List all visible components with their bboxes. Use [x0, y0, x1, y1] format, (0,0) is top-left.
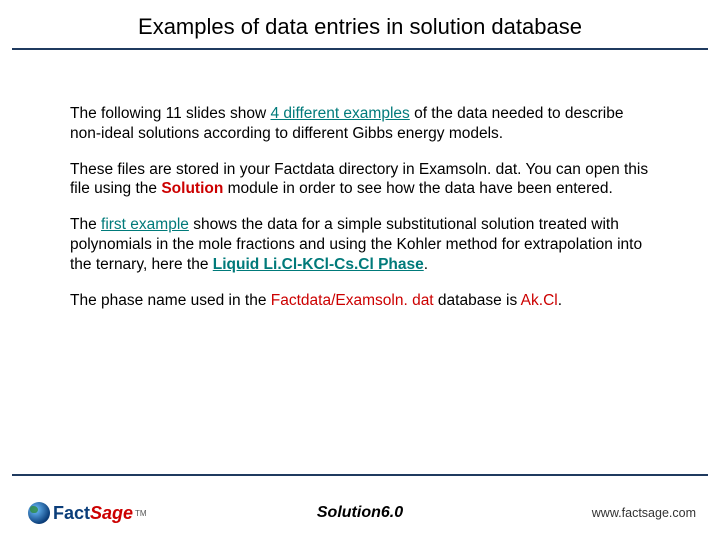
p4-highlight-db: Factdata/Examsoln. dat [271, 292, 434, 309]
p3-text-c: . [424, 256, 428, 273]
logo-tm: TM [135, 509, 147, 518]
p4-text-c: . [558, 292, 562, 309]
globe-icon [28, 502, 50, 524]
p4-text-b: database is [434, 292, 521, 309]
p1-text-a: The following 11 slides show [70, 105, 270, 122]
logo-fact: Fact [53, 503, 90, 524]
footer: FactSageTM Solution6.0 www.factsage.com [0, 486, 720, 540]
p4-highlight-phase-name: Ak.Cl [521, 292, 558, 309]
p3-highlight-first-example: first example [101, 216, 189, 233]
p1-highlight: 4 different examples [270, 105, 409, 122]
p4-text-a: The phase name used in the [70, 292, 271, 309]
paragraph-3: The first example shows the data for a s… [70, 215, 650, 274]
paragraph-4: The phase name used in the Factdata/Exam… [70, 291, 650, 311]
footer-url: www.factsage.com [592, 506, 696, 520]
slide-title: Examples of data entries in solution dat… [0, 0, 720, 48]
slide-body: The following 11 slides show 4 different… [0, 50, 720, 311]
logo-sage: Sage [90, 503, 133, 524]
p2-highlight: Solution [161, 180, 223, 197]
p2-text-b: module in order to see how the data have… [223, 180, 613, 197]
paragraph-2: These files are stored in your Factdata … [70, 160, 650, 200]
footer-rule [12, 474, 708, 476]
paragraph-1: The following 11 slides show 4 different… [70, 104, 650, 144]
p3-highlight-phase: Liquid Li.Cl-KCl-Cs.Cl Phase [213, 256, 424, 273]
factsage-logo: FactSageTM [28, 502, 147, 524]
p3-text-a: The [70, 216, 101, 233]
